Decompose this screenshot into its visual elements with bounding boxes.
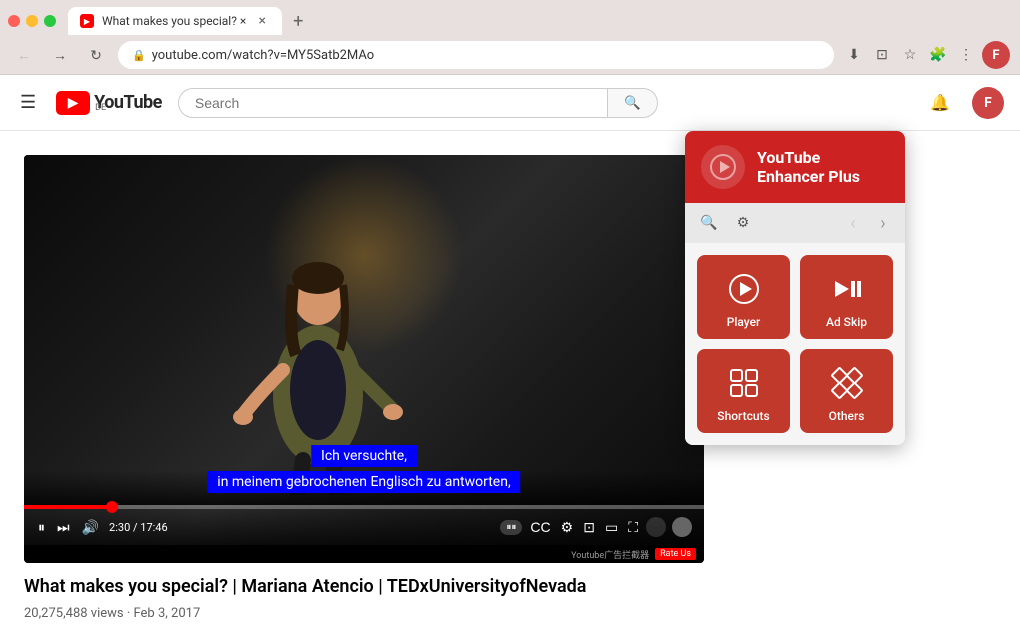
settings-button[interactable]: ⚙ <box>559 517 576 538</box>
popup-logo-icon <box>701 145 745 189</box>
popup-title-line1: YouTube <box>757 148 860 167</box>
subtitle-line-2: in meinem gebrochenen Englisch zu antwor… <box>207 471 520 493</box>
ad-skip-label: Ad Skip <box>826 315 867 329</box>
popup-title-line2: Enhancer Plus <box>757 167 860 186</box>
video-views: 20,275,488 views · Feb 3, 2017 <box>24 606 200 621</box>
popup-card-ad-skip[interactable]: Ad Skip <box>800 255 893 339</box>
branding-text: Youtube广告拦截器 <box>571 548 649 561</box>
extension-puzzle-icon[interactable]: ⊡ <box>870 43 894 67</box>
subtitle-line-1: Ich versuchte, <box>311 445 417 467</box>
popup-header: YouTube Enhancer Plus <box>685 131 905 203</box>
autoplay-toggle[interactable]: ⏸⏸ <box>500 520 522 535</box>
youtube-logo-icon: ▶ <box>56 91 90 115</box>
popup-nav-next[interactable]: › <box>871 211 895 235</box>
rate-us-button[interactable]: Rate Us <box>655 548 696 560</box>
subtitle-overlay: Ich versuchte, in meinem gebrochenen Eng… <box>207 443 520 495</box>
extension-icon[interactable]: 🧩 <box>926 43 950 67</box>
video-section: Ich versuchte, in meinem gebrochenen Eng… <box>24 155 704 639</box>
popup-card-player[interactable]: Player <box>697 255 790 339</box>
popup-cards-grid: Player Ad Skip <box>685 243 905 445</box>
traffic-lights <box>8 15 56 27</box>
video-controls: ⏸ ⏭ 🔊 2:30 / 17:46 ⏸⏸ CC ⚙ ⊡ ▭ <box>24 509 704 545</box>
fullscreen-button[interactable]: ⛶ <box>626 517 640 538</box>
reload-button[interactable]: ↻ <box>82 41 110 69</box>
youtube-header: ☰ ▶ YouTube DE 🔍 🔔 F <box>0 75 1020 131</box>
star-icon[interactable]: ☆ <box>898 43 922 67</box>
video-meta: 20,275,488 views · Feb 3, 2017 👍 398K 👎 … <box>24 606 704 639</box>
360-button[interactable] <box>646 517 666 537</box>
youtube-page: ☰ ▶ YouTube DE 🔍 🔔 F <box>0 75 1020 639</box>
shortcuts-icon <box>726 365 762 401</box>
popup-nav-prev[interactable]: ‹ <box>841 211 865 235</box>
hamburger-menu-button[interactable]: ☰ <box>16 88 40 117</box>
popup-toolbar: 🔍 ⚙ ‹ › <box>685 203 905 243</box>
ad-skip-icon <box>829 271 865 307</box>
back-button[interactable]: ← <box>10 41 38 69</box>
yt-branding-strip: Youtube广告拦截器 Rate Us <box>24 545 704 563</box>
tab-close-button[interactable]: × <box>254 13 270 29</box>
address-bar: ← → ↻ 🔒 youtube.com/watch?v=MY5Satb2MAo … <box>0 36 1020 74</box>
profile-button[interactable]: F <box>982 41 1010 69</box>
new-tab-button[interactable]: + <box>286 9 310 33</box>
extra-btn[interactable] <box>672 517 692 537</box>
maximize-window-btn[interactable] <box>44 15 56 27</box>
time-display: 2:30 / 17:46 <box>109 521 168 534</box>
controls-right: ⏸⏸ CC ⚙ ⊡ ▭ ⛶ <box>500 517 692 538</box>
close-window-btn[interactable] <box>8 15 20 27</box>
forward-button[interactable]: → <box>46 41 74 69</box>
search-input[interactable] <box>178 88 607 118</box>
captions-button[interactable]: CC <box>528 517 552 537</box>
tab-bar: ▶ What makes you special? × × + <box>0 0 1020 36</box>
youtube-country-label: DE <box>95 103 162 113</box>
volume-button[interactable]: 🔊 <box>80 517 101 538</box>
browser-icons: ⬇ ⊡ ☆ 🧩 ⋮ F <box>842 41 1010 69</box>
tab-favicon-icon: ▶ <box>80 14 94 28</box>
next-button[interactable]: ⏭ <box>55 517 72 538</box>
others-icon <box>829 365 865 401</box>
popup-title-text: YouTube Enhancer Plus <box>757 148 860 186</box>
player-icon <box>726 271 762 307</box>
browser-chrome: ▶ What makes you special? × × + ← → ↻ 🔒 … <box>0 0 1020 75</box>
popup-card-others[interactable]: Others <box>800 349 893 433</box>
notifications-button[interactable]: 🔔 <box>924 87 956 119</box>
url-text: youtube.com/watch?v=MY5Satb2MAo <box>152 48 375 63</box>
popup-search-button[interactable]: 🔍 <box>695 209 723 237</box>
shortcuts-label: Shortcuts <box>717 409 769 423</box>
header-right: 🔔 F <box>924 87 1004 119</box>
popup-settings-button[interactable]: ⚙ <box>729 209 757 237</box>
tab-title: What makes you special? × <box>102 14 246 28</box>
search-container: 🔍 <box>178 88 658 118</box>
search-button[interactable]: 🔍 <box>607 88 658 118</box>
video-info: What makes you special? | Mariana Atenci… <box>24 563 704 639</box>
video-title: What makes you special? | Mariana Atenci… <box>24 575 704 598</box>
security-lock-icon: 🔒 <box>132 49 146 62</box>
extension-popup: YouTube Enhancer Plus 🔍 ⚙ ‹ › Player <box>685 131 905 445</box>
miniplayer-button[interactable]: ⊡ <box>581 517 597 538</box>
theater-button[interactable]: ▭ <box>603 517 620 538</box>
active-tab[interactable]: ▶ What makes you special? × × <box>68 7 282 35</box>
more-icon[interactable]: ⋮ <box>954 43 978 67</box>
url-bar[interactable]: 🔒 youtube.com/watch?v=MY5Satb2MAo <box>118 41 834 69</box>
others-label: Others <box>829 409 865 423</box>
video-player[interactable]: Ich versuchte, in meinem gebrochenen Eng… <box>24 155 704 563</box>
video-thumbnail: Ich versuchte, in meinem gebrochenen Eng… <box>24 155 704 545</box>
bookmark-icon[interactable]: ⬇ <box>842 43 866 67</box>
user-avatar[interactable]: F <box>972 87 1004 119</box>
popup-card-shortcuts[interactable]: Shortcuts <box>697 349 790 433</box>
play-pause-button[interactable]: ⏸ <box>36 517 47 538</box>
player-label: Player <box>727 315 761 329</box>
minimize-window-btn[interactable] <box>26 15 38 27</box>
youtube-logo[interactable]: ▶ YouTube DE <box>56 91 162 115</box>
